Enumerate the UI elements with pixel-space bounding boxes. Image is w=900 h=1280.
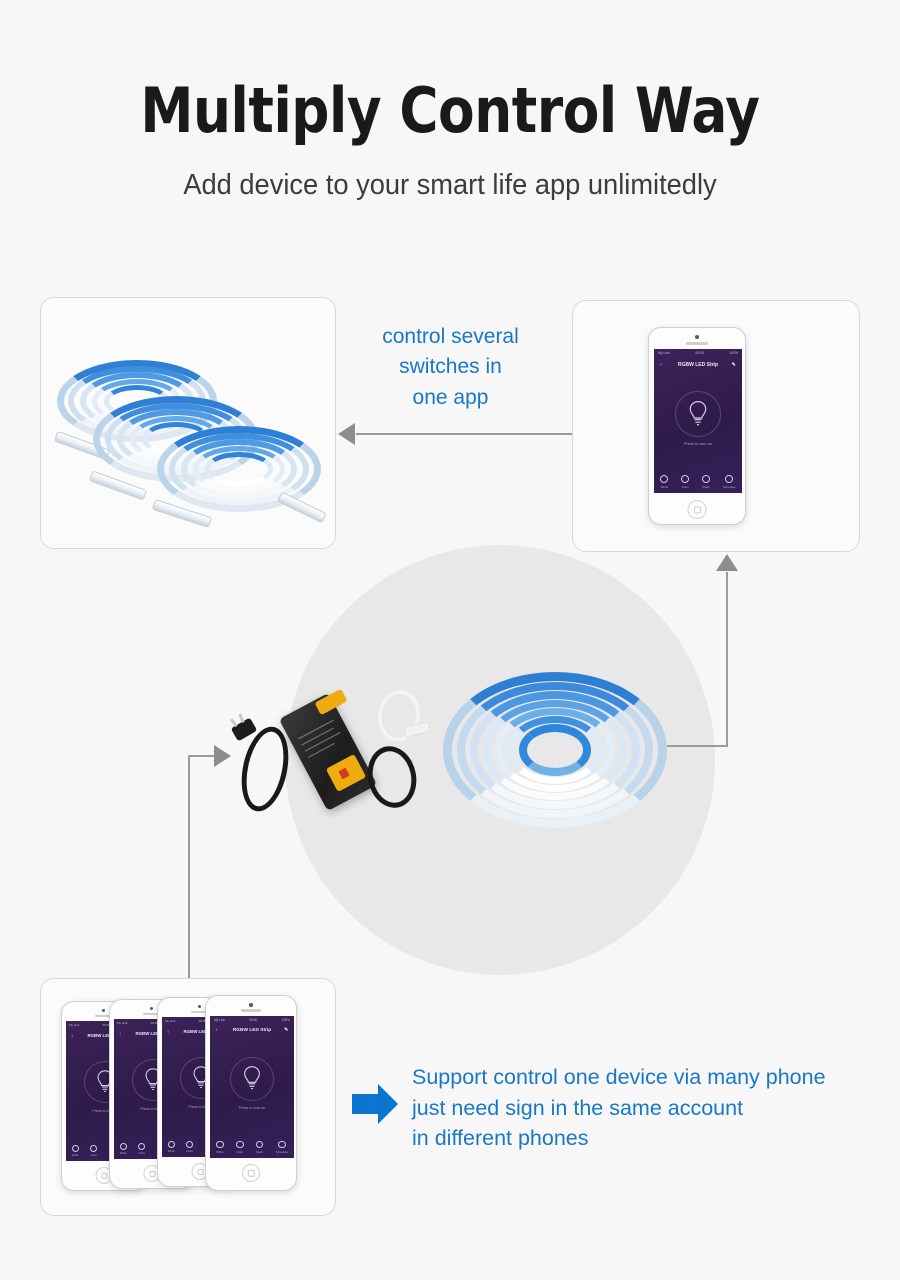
connector-phone-to-strips (356, 433, 572, 435)
single-phone-card: My Link 09:00 100% ‹ RGBW LED Strip ✎ Pr… (572, 300, 860, 552)
press-to-turn-on-label: Press to turn on (683, 441, 713, 446)
schedule-circle-icon (278, 1140, 286, 1148)
camera-icon (150, 1007, 153, 1010)
connector-product-to-phone-h (667, 745, 728, 747)
status-time: 09:00 (249, 1017, 258, 1022)
status-time: 09:00 (695, 351, 704, 355)
tab-schedule[interactable]: Schedule (723, 475, 736, 489)
status-carrier: My Link (165, 1018, 176, 1023)
status-carrier: My Link (214, 1017, 225, 1022)
tab-white[interactable]: White (660, 475, 669, 489)
app-screen: My Link 09:00 100% ‹ RGBW LED Strip ✎ Pr… (654, 349, 742, 493)
app-title: RGBW LED Strip (678, 361, 718, 368)
caption-support-control-many-phones: Support control one device via many phon… (412, 1062, 826, 1154)
app-screen: My Link 09:00 100% ‹ RGBW LED Strip ✎ Pr… (210, 1016, 294, 1158)
tab-color[interactable]: Color (186, 1141, 194, 1153)
earpiece-icon (241, 1009, 261, 1012)
app-tabbar: White Color Flash Schedule (654, 475, 742, 489)
color-circle-icon (138, 1143, 146, 1150)
status-carrier: My Link (117, 1020, 128, 1025)
caption-bottom-line-3: in different phones (412, 1126, 589, 1151)
earpiece-icon (686, 342, 708, 345)
caption-top-line-1: control several (382, 325, 519, 348)
color-circle-icon (186, 1141, 194, 1148)
phone-device: My Link 09:00 100% ‹ RGBW LED Strip ✎ Pr… (648, 327, 746, 525)
status-carrier: My Link (69, 1022, 80, 1027)
white-circle-icon (216, 1140, 224, 1148)
flash-circle-icon (702, 475, 711, 483)
app-tabbar: White Color Flash Schedule (210, 1140, 294, 1154)
tab-flash[interactable]: Flash (702, 475, 711, 489)
back-chevron-icon[interactable]: ‹ (71, 1033, 72, 1038)
white-circle-icon (119, 1143, 127, 1150)
color-circle-icon (90, 1145, 98, 1152)
camera-icon (102, 1009, 105, 1012)
camera-icon (249, 1003, 253, 1007)
tab-white[interactable]: White (216, 1140, 224, 1154)
phone-device: My Link 09:00 100% ‹ RGBW LED Strip ✎ Pr… (205, 995, 297, 1191)
home-button-square (693, 506, 701, 513)
home-button-icon[interactable] (687, 500, 707, 519)
white-circle-icon (167, 1141, 175, 1148)
app-title: RGBW LED Strip (232, 1027, 272, 1033)
tab-schedule[interactable]: Schedule (276, 1140, 288, 1154)
tab-white[interactable]: White (71, 1145, 79, 1157)
home-button-square (101, 1172, 107, 1179)
bulb-icon[interactable] (243, 1065, 262, 1096)
pencil-icon[interactable]: ✎ (732, 362, 736, 368)
back-chevron-icon[interactable]: ‹ (660, 362, 662, 368)
tab-color[interactable]: Color (236, 1140, 244, 1154)
connector-phones-to-product-v (188, 755, 190, 979)
led-strips-card (40, 297, 336, 549)
tab-flash[interactable]: Flash (255, 1140, 264, 1154)
arrow-left-icon (338, 423, 355, 445)
caption-bottom-line-2: just need sign in the same account (412, 1095, 744, 1120)
status-battery: 100% (281, 1017, 290, 1022)
camera-icon (695, 335, 699, 339)
tab-color[interactable]: Color (138, 1143, 146, 1155)
tab-color[interactable]: Color (90, 1145, 98, 1157)
caption-top-line-3: one app (412, 385, 489, 409)
color-circle-icon (236, 1140, 244, 1148)
connector-phones-to-product-h (188, 755, 216, 757)
page-title: Multiply Control Way (140, 74, 760, 147)
caption-top-line-2: switches in (399, 355, 502, 379)
status-battery: 100% (729, 351, 738, 355)
tab-white[interactable]: White (167, 1141, 175, 1153)
page-subtitle: Add device to your smart life app unlimi… (183, 169, 717, 202)
color-circle-icon (681, 475, 690, 483)
connector-product-to-phone-v (726, 572, 728, 747)
caption-bottom-line-1: Support control one device via many phon… (412, 1065, 826, 1089)
flash-circle-icon (255, 1140, 264, 1148)
caption-control-several-switches: control several switches in one app (348, 322, 553, 413)
white-circle-icon (660, 475, 669, 483)
adapter-indicator (338, 767, 350, 780)
arrow-right-icon (214, 745, 231, 767)
back-chevron-icon[interactable]: ‹ (119, 1031, 120, 1036)
home-button-square (149, 1170, 155, 1177)
pencil-icon[interactable]: ✎ (284, 1028, 288, 1033)
white-circle-icon (71, 1145, 79, 1152)
back-chevron-icon[interactable]: ‹ (216, 1028, 218, 1033)
big-blue-arrow-right-icon (352, 1082, 398, 1126)
home-button-square (197, 1168, 203, 1175)
page-header: Multiply Control Way Add device to your … (0, 0, 900, 202)
camera-icon (198, 1005, 201, 1008)
arrow-up-icon (716, 554, 738, 571)
press-to-turn-on-label: Press to turn on (238, 1106, 266, 1110)
schedule-circle-icon (725, 475, 734, 483)
home-button-icon[interactable] (242, 1164, 260, 1182)
back-chevron-icon[interactable]: ‹ (167, 1029, 168, 1034)
tab-white[interactable]: White (119, 1143, 127, 1155)
multiple-phones-card: My Link 09:00 100% ‹ RGBW LED Strip ✎ Pr… (40, 978, 336, 1216)
led-strip-coil (443, 672, 667, 828)
home-button-square (247, 1169, 255, 1177)
bulb-icon[interactable] (688, 400, 708, 432)
tab-color[interactable]: Color (681, 475, 690, 489)
led-strip-reel (151, 426, 327, 529)
status-carrier: My Link (658, 351, 670, 355)
